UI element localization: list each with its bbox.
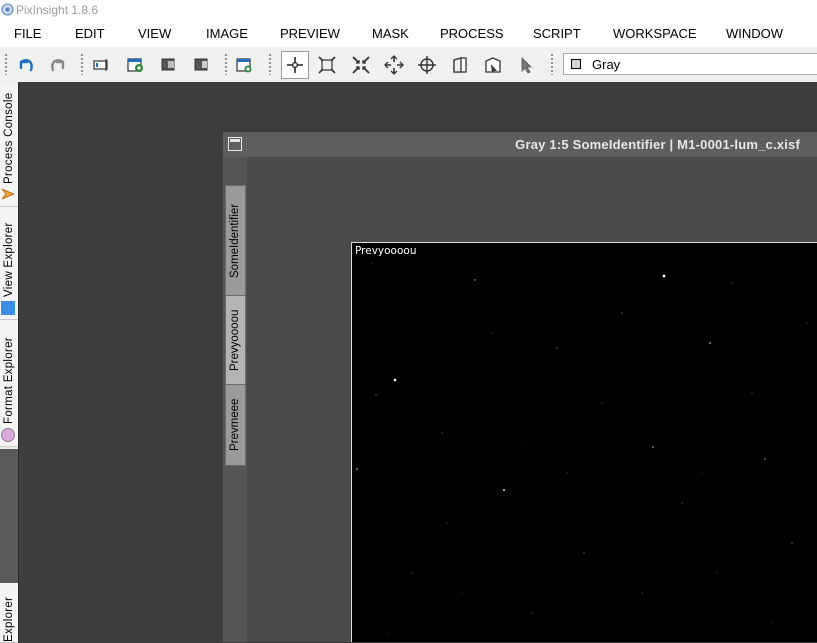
view-explorer-icon (1, 301, 15, 315)
tab-preview-prevyoooou[interactable]: Prevyoooou (225, 295, 246, 385)
zoom-out-icon (384, 55, 404, 75)
image-viewport[interactable]: Prevyoooou (351, 242, 817, 642)
gray-swatch-icon (571, 59, 581, 69)
readout-mode-icon (287, 57, 303, 73)
side-tab-view-explorer[interactable]: View Explorer (0, 207, 18, 320)
toolbar-grip[interactable] (550, 53, 554, 75)
side-tab-format-explorer[interactable]: Format Explorer (0, 320, 18, 447)
tab-label: Prevyoooou (229, 309, 241, 371)
duplicate-button[interactable] (188, 52, 214, 78)
tab-label: SomeIdentifier (229, 203, 241, 278)
toolbar-grip[interactable] (268, 53, 272, 75)
mask-icon (485, 57, 501, 73)
side-panel-empty-area (0, 449, 19, 583)
zoom-in-button[interactable] (348, 52, 374, 78)
menu-file[interactable]: FILE (14, 20, 41, 47)
undo-button[interactable] (13, 52, 39, 78)
zoom-fit-button[interactable] (314, 52, 340, 78)
window-title: PixInsight 1.8.6 (16, 3, 99, 17)
toolbar-grip[interactable] (80, 53, 84, 75)
menu-image[interactable]: IMAGE (206, 20, 248, 47)
menu-edit[interactable]: EDIT (75, 20, 105, 47)
image-window-title: Gray 1:5 SomeIdentifier | M1-0001-lum_c.… (515, 137, 800, 152)
menu-workspace[interactable]: WORKSPACE (613, 20, 697, 47)
zoom-out-button[interactable] (381, 52, 407, 78)
view-selector-dropdown[interactable]: Gray (563, 53, 817, 75)
process-console-icon (1, 188, 15, 200)
menu-view[interactable]: VIEW (138, 20, 171, 47)
pointer-icon (521, 57, 532, 74)
tab-preview-prevmeee[interactable]: Prevmeee (225, 384, 246, 466)
mask-button[interactable] (480, 52, 506, 78)
redo-button[interactable] (45, 52, 71, 78)
image-window-titlebar[interactable]: Gray 1:5 SomeIdentifier | M1-0001-lum_c.… (223, 132, 817, 157)
crop-button[interactable] (447, 52, 473, 78)
side-tab-label: Explorer (3, 596, 15, 642)
pointer-button[interactable] (513, 52, 539, 78)
pixinsight-logo-icon (1, 3, 14, 16)
new-preview-icon (236, 58, 252, 73)
new-image-button[interactable] (122, 52, 148, 78)
readout-mode-button[interactable] (281, 51, 309, 79)
side-tab-label: Process Console (3, 92, 15, 184)
menu-process[interactable]: PROCESS (440, 20, 504, 47)
crop-icon (453, 57, 467, 73)
tab-main-view[interactable]: SomeIdentifier (225, 185, 246, 296)
side-tab-label: Format Explorer (3, 337, 15, 424)
toolbar-grip[interactable] (224, 53, 228, 75)
view-selector-value: Gray (592, 57, 621, 72)
pan-button[interactable] (414, 52, 440, 78)
menu-bar: FILE EDIT VIEW IMAGE PREVIEW MASK PROCES… (0, 20, 817, 47)
window-menu-icon[interactable] (228, 137, 242, 151)
clone-icon (161, 58, 175, 71)
image-window: Gray 1:5 SomeIdentifier | M1-0001-lum_c.… (223, 132, 817, 642)
zoom-fit-icon (318, 56, 336, 74)
menu-script[interactable]: SCRIPT (533, 20, 581, 47)
side-tab-explorer[interactable]: Explorer (0, 583, 18, 643)
preview-label: Prevyoooou (355, 245, 417, 257)
menu-preview[interactable]: PREVIEW (280, 20, 340, 47)
menu-window[interactable]: WINDOW (726, 20, 783, 47)
pan-icon (418, 56, 436, 74)
new-image-icon (127, 58, 143, 72)
menu-mask[interactable]: MASK (372, 20, 409, 47)
clone-button[interactable] (155, 52, 181, 78)
format-explorer-icon (1, 428, 15, 442)
side-tab-label: View Explorer (3, 222, 15, 297)
redo-icon (51, 59, 65, 72)
tab-label: Prevmeee (229, 398, 241, 452)
view-tab-strip: SomeIdentifier Prevyoooou Prevmeee (223, 157, 247, 642)
toolbar-grip[interactable] (4, 53, 8, 75)
new-preview-button[interactable] (231, 52, 257, 78)
identifier-icon (93, 59, 108, 71)
duplicate-icon (194, 58, 208, 71)
zoom-in-icon (352, 56, 370, 74)
side-tab-process-console[interactable]: Process Console (0, 82, 18, 207)
undo-icon (19, 59, 33, 72)
title-bar: PixInsight 1.8.6 (0, 0, 817, 20)
star-field-image (356, 262, 808, 634)
identifier-button[interactable] (88, 52, 114, 78)
